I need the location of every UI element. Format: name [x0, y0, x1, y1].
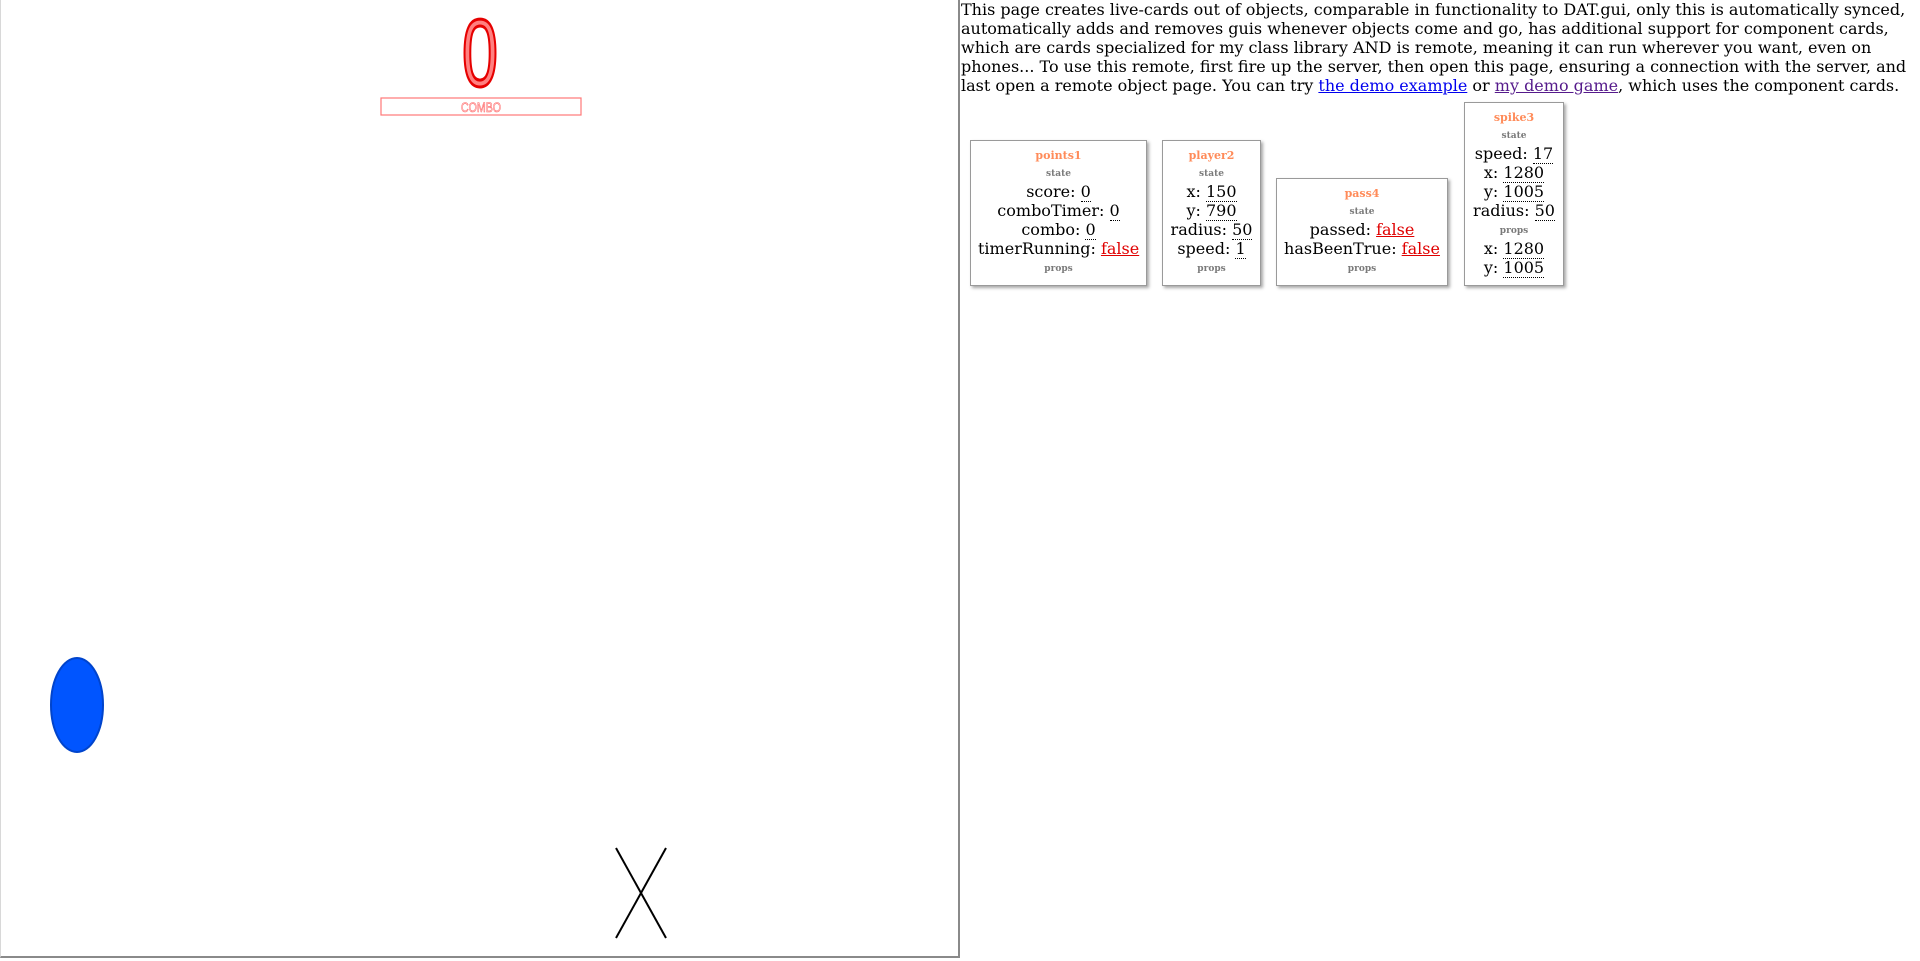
state-row-y: y: 1005: [1483, 182, 1545, 202]
props-y-value[interactable]: 1005: [1503, 258, 1545, 278]
state-row-radius: radius: 50: [1170, 220, 1253, 240]
player-ball: [50, 657, 104, 753]
card-spike3: spike3 state speed: 17 x: 1280 y: 1005 r…: [1464, 102, 1564, 286]
props-label: props: [1499, 226, 1529, 236]
props-label: props: [1197, 264, 1226, 274]
state-row-x: x: 150: [1186, 182, 1237, 202]
demo-example-link[interactable]: the demo example: [1318, 76, 1467, 95]
props-x-value[interactable]: 1280: [1503, 239, 1545, 259]
state-row-x: x: 1280: [1483, 163, 1545, 183]
demo-game-link[interactable]: my demo game: [1495, 76, 1618, 95]
props-label: props: [1044, 264, 1073, 274]
score-display: 0: [462, 0, 498, 107]
hasbeentrue-toggle[interactable]: false: [1402, 239, 1440, 258]
state-row-speed: speed: 17: [1474, 144, 1554, 164]
state-row-timerrunning: timerRunning: false: [978, 239, 1140, 258]
state-label: state: [1349, 207, 1375, 217]
state-row-combotimer: comboTimer: 0: [997, 201, 1120, 221]
state-label: state: [1046, 169, 1071, 179]
intro-paragraph: This page creates live-cards out of obje…: [961, 0, 1920, 95]
passed-toggle[interactable]: false: [1376, 220, 1414, 239]
card-points1: points1 state score: 0 comboTimer: 0 com…: [970, 140, 1147, 286]
state-row-radius: radius: 50: [1473, 201, 1555, 221]
y-value[interactable]: 1005: [1503, 182, 1545, 202]
intro-text-after: , which uses the component cards.: [1618, 76, 1900, 95]
intro-text-or: or: [1467, 76, 1495, 95]
speed-value[interactable]: 1: [1235, 239, 1246, 259]
combotimer-value[interactable]: 0: [1109, 201, 1120, 221]
state-row-y: y: 790: [1186, 201, 1237, 221]
state-row-passed: passed: false: [1309, 220, 1415, 239]
game-scene: 0 COMBO: [50, 0, 667, 939]
timerrunning-toggle[interactable]: false: [1101, 239, 1139, 258]
combo-label: COMBO: [461, 99, 501, 115]
card-player2: player2 state x: 150 y: 790 radius: 50 s…: [1162, 140, 1261, 286]
props-row-y: y: 1005: [1483, 258, 1545, 278]
state-row-speed: speed: 1: [1177, 239, 1246, 259]
state-row-hasbeentrue: hasBeenTrue: false: [1284, 239, 1440, 258]
state-label: state: [1501, 131, 1527, 141]
score-value[interactable]: 0: [1080, 182, 1091, 202]
speed-value[interactable]: 17: [1532, 144, 1554, 164]
props-label: props: [1347, 264, 1377, 274]
card-pass4: pass4 state passed: false hasBeenTrue: f…: [1276, 178, 1448, 286]
card-title: spike3: [1493, 111, 1535, 124]
y-value[interactable]: 790: [1205, 201, 1237, 221]
cards-container: points1 state score: 0 comboTimer: 0 com…: [961, 95, 1920, 395]
state-row-score: score: 0: [1026, 182, 1091, 202]
card-title: pass4: [1344, 187, 1380, 200]
game-canvas[interactable]: 0 COMBO: [0, 0, 960, 958]
remote-pane: This page creates live-cards out of obje…: [961, 0, 1920, 961]
card-title: player2: [1188, 149, 1235, 162]
state-row-combo: combo: 0: [1021, 220, 1096, 240]
combo-value[interactable]: 0: [1085, 220, 1096, 240]
state-label: state: [1199, 169, 1224, 179]
radius-value[interactable]: 50: [1232, 220, 1253, 240]
radius-value[interactable]: 50: [1534, 201, 1555, 221]
spike-obstacle: [615, 847, 667, 939]
props-row-x: x: 1280: [1483, 239, 1545, 259]
card-title: points1: [1035, 149, 1082, 162]
x-value[interactable]: 150: [1205, 182, 1237, 202]
x-value[interactable]: 1280: [1503, 163, 1545, 183]
